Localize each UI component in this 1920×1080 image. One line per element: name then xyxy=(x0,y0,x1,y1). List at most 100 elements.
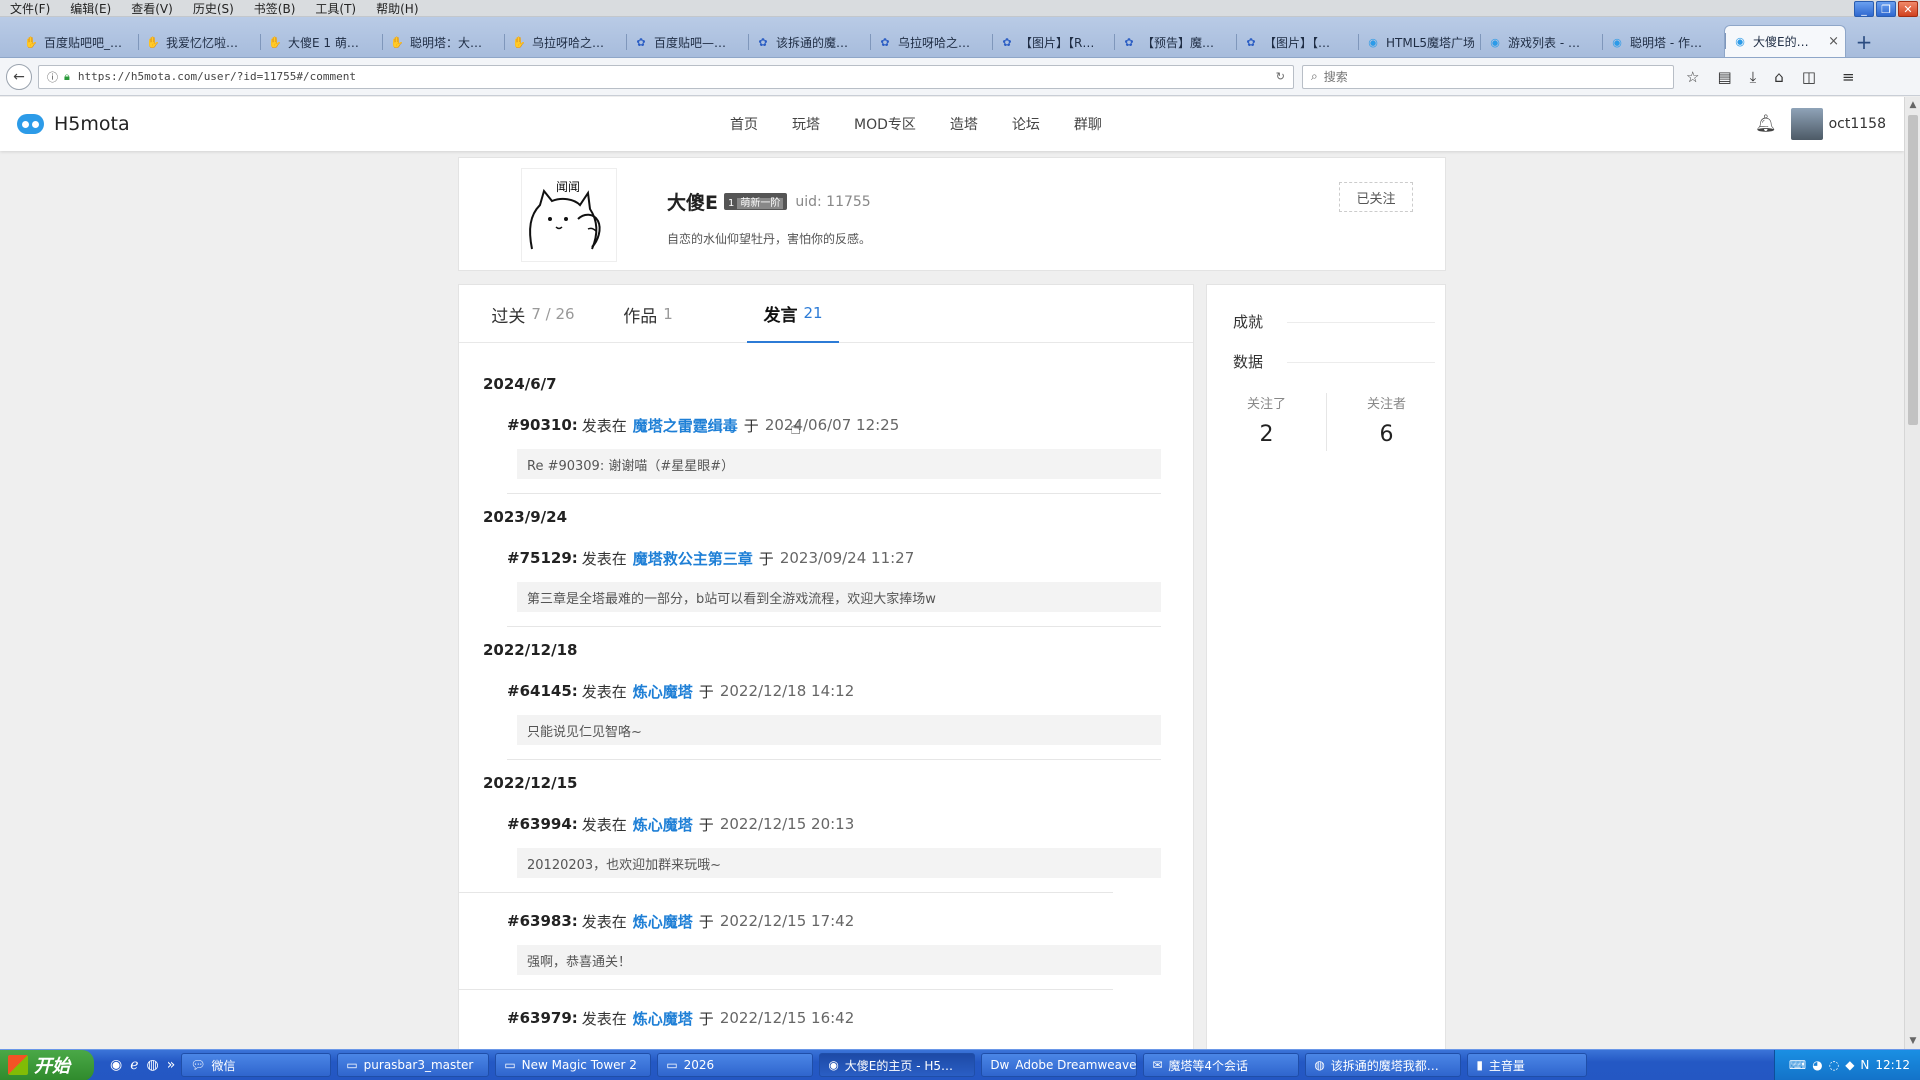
browser-tab[interactable]: ✋ 乌拉呀哈之… xyxy=(504,27,626,57)
pocket-icon[interactable]: ◫ xyxy=(1802,68,1816,86)
search-bar[interactable]: ⌕ xyxy=(1302,64,1674,89)
tower-link[interactable]: 炼心魔塔 xyxy=(633,1008,693,1029)
restore-button[interactable]: ❐ xyxy=(1876,1,1896,17)
menu-view[interactable]: 查看(V) xyxy=(121,0,183,17)
scroll-down-icon[interactable]: ▼ xyxy=(1905,1033,1920,1049)
ie-icon[interactable]: ℯ xyxy=(130,1057,138,1073)
qq-icon[interactable]: ◕ xyxy=(1812,1058,1822,1072)
browser-tab[interactable]: ✋ 聪明塔：大… xyxy=(382,27,504,57)
followers-stat[interactable]: 关注者 6 xyxy=(1327,393,1446,447)
url-text[interactable]: https://h5mota.com/user/?id=11755#/comme… xyxy=(78,70,356,83)
close-window-button[interactable]: ✕ xyxy=(1898,1,1918,17)
clock[interactable]: 12:12 xyxy=(1875,1058,1910,1072)
home-icon[interactable]: ⌂ xyxy=(1774,68,1784,86)
menu-tools[interactable]: 工具(T) xyxy=(305,0,366,17)
onenote-icon[interactable]: N xyxy=(1860,1058,1869,1072)
tower-link[interactable]: 炼心魔塔 xyxy=(633,814,693,835)
scroll-up-icon[interactable]: ▲ xyxy=(1905,97,1920,113)
menu-file[interactable]: 文件(F) xyxy=(0,0,60,17)
bear-icon: ✿ xyxy=(880,35,890,49)
browser-tab-active[interactable]: ◉ 大傻E的… × xyxy=(1724,25,1846,57)
taskbar-item-browser2[interactable]: ◍ 该拆通的魔塔我都… xyxy=(1305,1053,1462,1077)
taskbar-item-wechat[interactable]: 💬︎ 微信 xyxy=(181,1053,332,1077)
keyboard-icon[interactable]: ⌨ xyxy=(1789,1058,1806,1072)
date-heading: 2024/6/7 xyxy=(483,375,557,393)
comment-id: #63994: xyxy=(507,815,578,833)
comment-header: #63979: 发表在 炼心魔塔于 2022/12/15 16:42 xyxy=(507,1004,1161,1032)
close-tab-icon[interactable]: × xyxy=(1828,34,1839,49)
expand-chevron-icon[interactable]: » xyxy=(167,1057,176,1073)
taskbar-item-folder[interactable]: ▭ 2026 xyxy=(657,1053,814,1077)
browser-tab[interactable]: ✋ 百度贴吧吧_… xyxy=(16,27,138,57)
nav-forum[interactable]: 论坛 xyxy=(1012,114,1040,134)
browser-tab[interactable]: ✿ 【图片】【… xyxy=(1236,27,1358,57)
tab-works[interactable]: 作品 1 xyxy=(605,285,691,343)
browser-tab[interactable]: ✿ 【图片】【R… xyxy=(992,27,1114,57)
nav-chat[interactable]: 群聊 xyxy=(1074,114,1102,134)
tower-link[interactable]: 炼心魔塔 xyxy=(633,681,693,702)
comment-id: #75129: xyxy=(507,549,578,567)
taskbar-item-dreamweaver[interactable]: Dw Adobe Dreamweave… xyxy=(981,1053,1138,1077)
comment-item: #63994: 发表在 炼心魔塔于 2022/12/15 20:13 20120203，… xyxy=(507,810,1161,878)
browser-tab[interactable]: ✿ 该拆通的魔… xyxy=(748,27,870,57)
minimize-button[interactable]: _ xyxy=(1854,1,1874,17)
folder-icon: ▭ xyxy=(666,1058,678,1072)
achievements-heading[interactable]: 成就 xyxy=(1233,311,1263,332)
browser-tab[interactable]: ✿ 【预告】魔… xyxy=(1114,27,1236,57)
browser-tab[interactable]: ◉ HTML5魔塔广场 xyxy=(1358,27,1480,57)
download-icon[interactable]: ⤓ xyxy=(1750,68,1757,86)
browser-tab[interactable]: ◉ 游戏列表 - … xyxy=(1480,27,1602,57)
user-menu[interactable]: 🔔︎ oct1158 xyxy=(1755,97,1886,151)
reload-icon[interactable]: ↻ xyxy=(1276,70,1285,83)
bell-icon[interactable]: 🔔︎ xyxy=(1755,114,1777,134)
site-logo[interactable]: H5mota xyxy=(17,113,130,135)
info-icon[interactable]: ⓘ xyxy=(47,69,58,85)
taskbar-item-folder[interactable]: ▭ purasbar3_master xyxy=(337,1053,490,1077)
avatar[interactable] xyxy=(1790,108,1823,140)
menu-help[interactable]: 帮助(H) xyxy=(366,0,428,17)
search-input[interactable] xyxy=(1323,69,1644,84)
browser-tab[interactable]: ✿ 百度贴吧—… xyxy=(626,27,748,57)
back-button[interactable]: ← xyxy=(6,63,32,90)
browser-tab[interactable]: ◉ 聪明塔 - 作… xyxy=(1602,27,1724,57)
page-scrollbar[interactable]: ▲ ▼ xyxy=(1904,97,1920,1049)
comment-item: #75129: 发表在 魔塔救公主第三章于 2023/09/24 11:27 第三章是全… xyxy=(507,544,1161,612)
nav-play[interactable]: 玩塔 xyxy=(792,114,820,134)
browser-tab[interactable]: ✿ 乌拉呀哈之… xyxy=(870,27,992,57)
username[interactable]: oct1158 xyxy=(1829,116,1886,132)
show-desktop-icon[interactable]: ◉ xyxy=(110,1057,122,1073)
nav-home[interactable]: 首页 xyxy=(730,114,758,134)
paw-icon: ✋ xyxy=(24,35,38,49)
network-icon[interactable]: ◌ xyxy=(1829,1058,1839,1072)
menu-edit[interactable]: 编辑(E) xyxy=(60,0,121,17)
taskbar-item-label: 魔塔等4个会话 xyxy=(1168,1058,1249,1073)
tower-link[interactable]: 魔塔之雷霆缉毒 xyxy=(633,415,738,436)
taskbar-item-volume[interactable]: ▮ 主音量 xyxy=(1467,1053,1588,1077)
address-bar[interactable]: ⓘ 🔒︎ https://h5mota.com/user/?id=11755#/… xyxy=(38,64,1294,89)
security-icon[interactable]: ◆ xyxy=(1845,1058,1854,1072)
taskbar-item-browser[interactable]: ◉ 大傻E的主页 - H5… xyxy=(819,1053,976,1077)
following-stat[interactable]: 关注了 2 xyxy=(1207,393,1326,447)
scrollbar-thumb[interactable] xyxy=(1908,115,1918,425)
start-button[interactable]: 开始 xyxy=(0,1049,94,1080)
menu-bookmarks[interactable]: 书签(B) xyxy=(244,0,306,17)
hamburger-menu-icon[interactable]: ≡ xyxy=(1842,68,1855,86)
follow-button[interactable]: 已关注 xyxy=(1339,182,1413,212)
nav-create[interactable]: 造塔 xyxy=(950,114,978,134)
followers-label: 关注者 xyxy=(1366,397,1406,412)
taskbar-item-label: 微信 xyxy=(211,1058,236,1073)
tower-link[interactable]: 炼心魔塔 xyxy=(633,911,693,932)
browser-tab[interactable]: ✋ 我爱忆忆啦… xyxy=(138,27,260,57)
browser-tab[interactable]: ✋ 大傻E 1 萌… xyxy=(260,27,382,57)
reading-list-icon[interactable]: ▤ xyxy=(1717,68,1731,86)
tower-link[interactable]: 魔塔救公主第三章 xyxy=(633,548,753,569)
tab-clears[interactable]: 过关 7 / 26 xyxy=(483,285,583,343)
menu-history[interactable]: 历史(S) xyxy=(183,0,244,17)
tab-comments[interactable]: 发言 21 xyxy=(747,285,839,343)
new-tab-button[interactable]: + xyxy=(1850,27,1878,57)
browser-icon[interactable]: ◍ xyxy=(147,1057,159,1073)
taskbar-item-qq[interactable]: ✉ 魔塔等4个会话 xyxy=(1143,1053,1300,1077)
bookmark-star-icon[interactable]: ☆ xyxy=(1686,68,1699,86)
taskbar-item-folder[interactable]: ▭ New Magic Tower 2 xyxy=(495,1053,652,1077)
nav-mod[interactable]: MOD专区 xyxy=(854,114,916,134)
